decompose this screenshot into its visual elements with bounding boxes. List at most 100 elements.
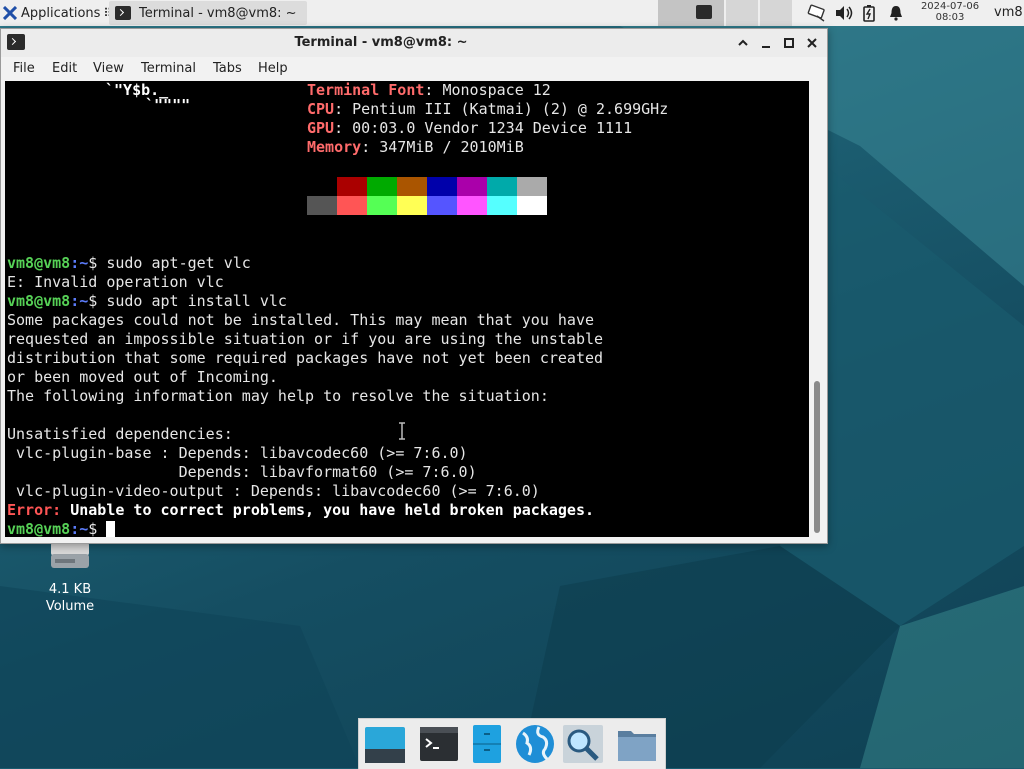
error-label: Error: bbox=[7, 501, 62, 519]
palette-swatch bbox=[517, 196, 547, 215]
prompt-user: vm8@vm8 bbox=[7, 520, 71, 537]
dock bbox=[358, 718, 666, 769]
volume-size-label: 4.1 KB bbox=[48, 582, 92, 597]
terminal-scrollbar[interactable] bbox=[809, 81, 827, 537]
workspace-2[interactable] bbox=[726, 0, 758, 26]
palette-swatch bbox=[427, 177, 457, 196]
home-folder-icon[interactable] bbox=[615, 723, 659, 765]
menu-edit[interactable]: Edit bbox=[52, 57, 77, 81]
palette-swatch bbox=[457, 196, 487, 215]
output-line: vlc-plugin-base : Depends: libavcodec60 … bbox=[7, 444, 468, 462]
prompt-symbol: $ bbox=[88, 520, 107, 537]
palette-swatch bbox=[427, 196, 457, 215]
top-panel: Applications ⠿ Terminal - vm8@vm8: ~ 202… bbox=[0, 0, 1024, 27]
window-titlebar[interactable]: Terminal - vm8@vm8: ~ bbox=[1, 29, 827, 57]
palette-swatch bbox=[367, 177, 397, 196]
logo-line-2: `"""" bbox=[145, 96, 191, 114]
taskbar-terminal-button[interactable]: Terminal - vm8@vm8: ~ bbox=[109, 1, 307, 25]
mouse-ibeam-icon bbox=[399, 422, 405, 440]
minimize-icon[interactable] bbox=[758, 35, 774, 51]
info-memory: Memory: 347MiB / 2010MiB bbox=[307, 138, 524, 157]
output-line: vlc-plugin-video-output : Depends: libav… bbox=[7, 482, 540, 500]
terminal-output[interactable]: `"Y$b._ `"""" Terminal Font: Monospace 1… bbox=[5, 81, 809, 537]
applications-label: Applications bbox=[21, 5, 101, 21]
terminal-window[interactable]: Terminal - vm8@vm8: ~ File Edit View Ter… bbox=[0, 28, 828, 544]
info-key: GPU bbox=[307, 119, 335, 137]
shade-up-icon[interactable] bbox=[735, 35, 751, 51]
output-line: requested an impossible situation or if … bbox=[7, 330, 604, 348]
network-icon[interactable] bbox=[806, 4, 828, 22]
palette-swatch bbox=[457, 177, 487, 196]
web-browser-icon[interactable] bbox=[513, 723, 557, 765]
prompt-path: :~ bbox=[70, 254, 89, 272]
menubar: File Edit View Terminal Tabs Help bbox=[1, 57, 827, 81]
palette-swatch bbox=[337, 177, 367, 196]
output-invalid-op: E: Invalid operation vlc bbox=[7, 273, 224, 291]
palette-swatch bbox=[367, 196, 397, 215]
menu-help[interactable]: Help bbox=[258, 57, 288, 81]
clock-date: 2024-07-06 bbox=[920, 1, 980, 12]
show-desktop-icon[interactable] bbox=[363, 723, 407, 765]
notification-bell-icon[interactable] bbox=[888, 5, 904, 21]
palette-swatch bbox=[487, 196, 517, 215]
info-value: : Monospace 12 bbox=[424, 81, 551, 99]
command-1: sudo apt-get vlc bbox=[106, 254, 251, 272]
info-value: : 00:03.0 Vendor 1234 Device 1111 bbox=[334, 119, 633, 137]
output-line: distribution that some required packages… bbox=[7, 349, 604, 367]
maximize-icon[interactable] bbox=[781, 35, 797, 51]
menu-file[interactable]: File bbox=[13, 57, 35, 81]
error-text: Unable to correct problems, you have hel… bbox=[61, 501, 595, 519]
error-line: Error: Unable to correct problems, you h… bbox=[7, 501, 594, 520]
palette-swatch bbox=[337, 196, 367, 215]
prompt-symbol: $ bbox=[88, 254, 107, 272]
app-finder-icon[interactable] bbox=[561, 723, 605, 765]
output-line: or been moved out of Incoming. bbox=[7, 368, 278, 386]
prompt-user: vm8@vm8 bbox=[7, 292, 71, 310]
menu-view[interactable]: View bbox=[93, 57, 124, 81]
palette-swatch bbox=[307, 177, 337, 196]
prompt-line-3: vm8@vm8:~$ bbox=[7, 520, 116, 537]
xfce-logo-icon bbox=[3, 6, 17, 20]
menu-tabs[interactable]: Tabs bbox=[213, 57, 242, 81]
close-icon[interactable] bbox=[804, 35, 820, 51]
volume-label: Volume bbox=[45, 599, 95, 614]
menu-terminal[interactable]: Terminal bbox=[141, 57, 196, 81]
info-value: : Pentium III (Katmai) (2) @ 2.699GHz bbox=[334, 100, 669, 118]
terminal-icon bbox=[115, 6, 131, 20]
info-key: Memory bbox=[307, 138, 362, 156]
clock[interactable]: 2024-07-06 08:03 bbox=[914, 1, 986, 23]
workspace-3[interactable] bbox=[760, 0, 792, 26]
applications-menu[interactable]: Applications ⠿ bbox=[0, 0, 112, 26]
command-2: sudo apt install vlc bbox=[106, 292, 287, 310]
desktop-icon-volume[interactable]: 4.1 KB Volume bbox=[38, 540, 102, 615]
color-palette bbox=[307, 177, 547, 215]
info-value: : 347MiB / 2010MiB bbox=[361, 138, 524, 156]
scrollbar-thumb[interactable] bbox=[814, 381, 820, 533]
info-terminal-font: Terminal Font: Monospace 12 bbox=[307, 81, 551, 100]
prompt-user: vm8@vm8 bbox=[7, 254, 71, 272]
palette-swatch bbox=[307, 196, 337, 215]
user-menu[interactable]: vm8 bbox=[994, 0, 1023, 26]
workspace-1[interactable] bbox=[658, 0, 724, 26]
workspace-terminal-thumb-icon bbox=[696, 5, 712, 19]
output-line: Unsatisfied dependencies: bbox=[7, 425, 233, 443]
prompt-path: :~ bbox=[70, 520, 89, 537]
output-line: Some packages could not be installed. Th… bbox=[7, 311, 594, 329]
prompt-symbol: $ bbox=[88, 292, 107, 310]
text-cursor bbox=[106, 521, 116, 537]
prompt-path: :~ bbox=[70, 292, 89, 310]
palette-swatch bbox=[517, 177, 547, 196]
battery-icon[interactable] bbox=[862, 4, 876, 22]
terminal-dock-icon[interactable] bbox=[417, 723, 461, 765]
info-cpu: CPU: Pentium III (Katmai) (2) @ 2.699GHz bbox=[307, 100, 668, 119]
palette-swatch bbox=[397, 177, 427, 196]
clock-time: 08:03 bbox=[935, 12, 965, 23]
prompt-line-1: vm8@vm8:~$ sudo apt-get vlc bbox=[7, 254, 251, 273]
volume-icon[interactable] bbox=[834, 5, 854, 21]
output-line: The following information may help to re… bbox=[7, 387, 549, 405]
taskbar-terminal-title: Terminal - vm8@vm8: ~ bbox=[139, 5, 297, 21]
prompt-line-2: vm8@vm8:~$ sudo apt install vlc bbox=[7, 292, 287, 311]
info-gpu: GPU: 00:03.0 Vendor 1234 Device 1111 bbox=[307, 119, 632, 138]
file-manager-icon[interactable] bbox=[465, 723, 509, 765]
palette-swatch bbox=[397, 196, 427, 215]
